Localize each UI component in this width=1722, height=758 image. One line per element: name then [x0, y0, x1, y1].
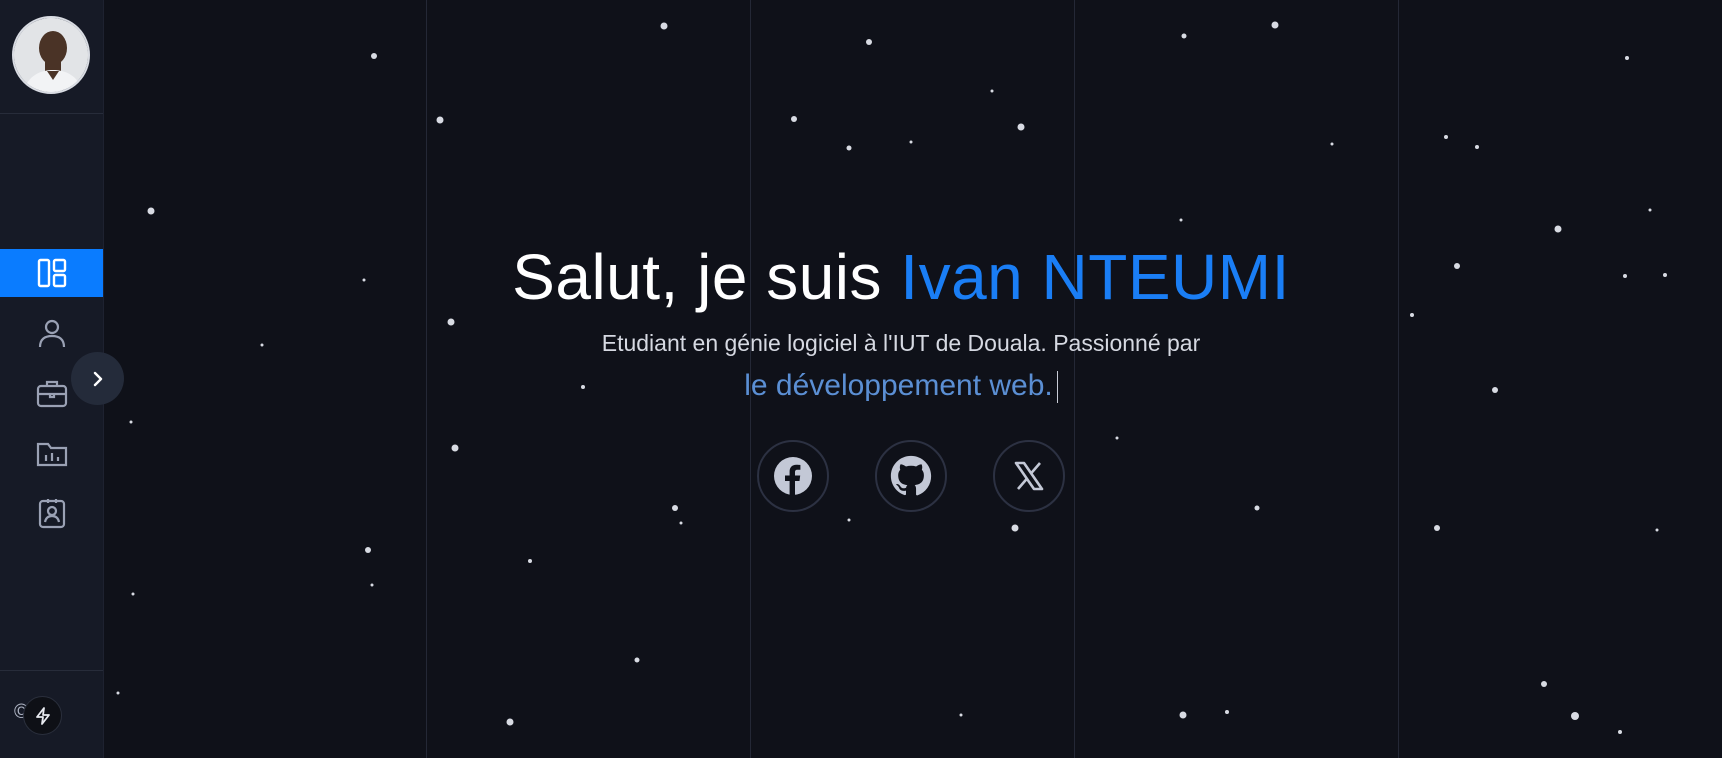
social-x-button[interactable]	[993, 440, 1065, 512]
social-facebook-button[interactable]	[757, 440, 829, 512]
briefcase-icon	[36, 380, 67, 408]
contact-card-icon	[38, 499, 65, 529]
hero-greeting: Salut, je suis	[512, 241, 882, 313]
hero-name: Ivan NTEUMI	[900, 241, 1290, 313]
nav-item-contact[interactable]	[0, 489, 103, 537]
hero-subtitle: Etudiant en génie logiciel à l'IUT de Do…	[601, 330, 1201, 356]
social-github-button[interactable]	[875, 440, 947, 512]
sidebar-divider	[0, 113, 103, 114]
avatar-image	[14, 18, 88, 92]
folder-chart-icon	[36, 442, 67, 467]
nav-item-projects[interactable]	[0, 429, 103, 477]
hero-typed-text-wrap: le développement web.	[560, 368, 1242, 404]
x-icon	[1014, 461, 1044, 491]
avatar[interactable]	[12, 16, 90, 94]
user-icon	[38, 319, 65, 348]
chevron-right-icon	[93, 371, 102, 386]
nav-item-about[interactable]	[0, 309, 103, 357]
facebook-icon	[774, 457, 812, 495]
sidebar-toggle-button[interactable]	[71, 352, 124, 405]
typing-caret	[1056, 371, 1058, 404]
hero-title: Salut, je suis Ivan NTEUMI	[0, 240, 1722, 314]
bolt-button[interactable]	[23, 696, 62, 735]
sidebar-divider	[0, 670, 103, 671]
hero-typed-text: le développement web.	[744, 369, 1053, 402]
github-icon	[890, 455, 932, 496]
bolt-icon	[35, 706, 50, 725]
